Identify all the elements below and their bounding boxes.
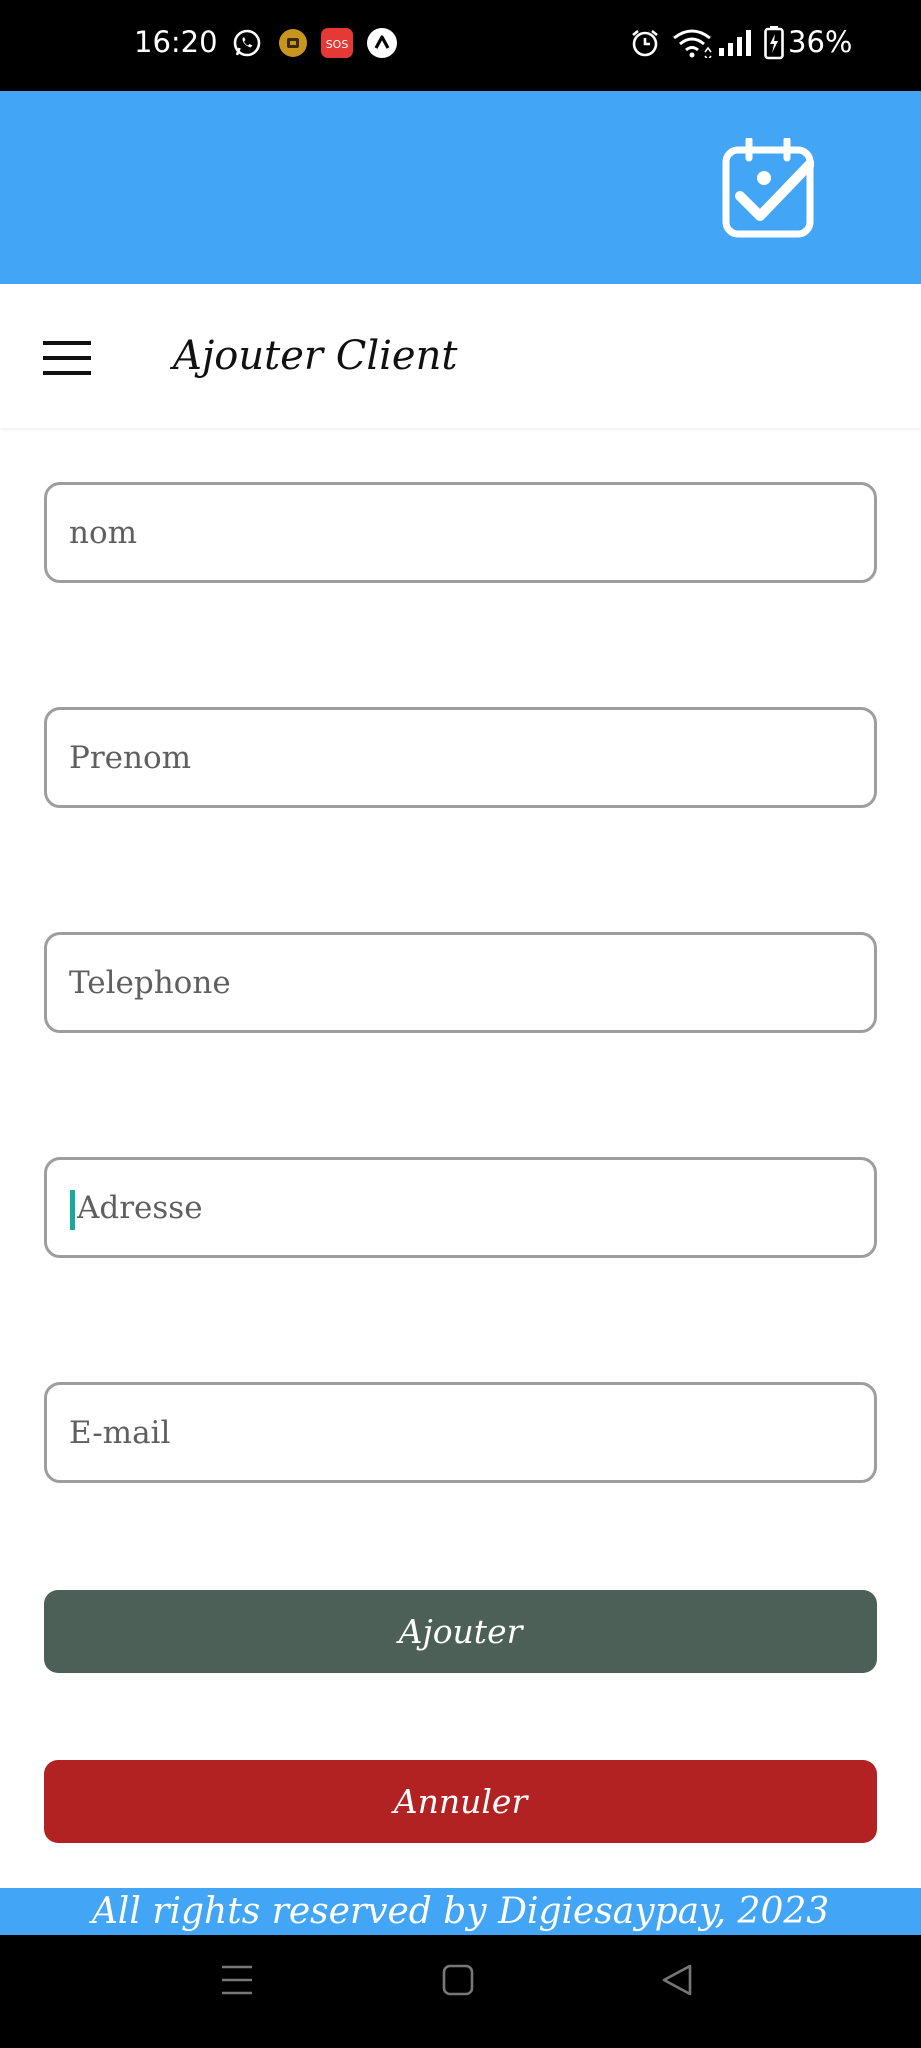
text-cursor	[70, 1190, 75, 1230]
back-icon[interactable]	[660, 1963, 694, 2001]
app-header	[0, 91, 921, 284]
navigation-bar	[0, 1935, 921, 2048]
email-field[interactable]	[44, 1382, 877, 1483]
nom-input[interactable]	[69, 485, 849, 580]
telephone-field[interactable]	[44, 932, 877, 1033]
battery-icon	[764, 26, 784, 64]
footer-text: All rights reserved by Digiesaypay, 2023	[91, 1891, 830, 1932]
svg-text:SOS: SOS	[326, 38, 349, 51]
adresse-field[interactable]	[44, 1157, 877, 1258]
prenom-input[interactable]	[69, 710, 849, 805]
alarm-icon	[630, 28, 660, 62]
hamburger-menu-icon[interactable]	[43, 341, 91, 375]
nom-field[interactable]	[44, 482, 877, 583]
wifi-icon	[671, 28, 713, 62]
app-a-icon	[366, 27, 398, 63]
adresse-input[interactable]	[77, 1160, 857, 1255]
annuler-button[interactable]: Annuler	[44, 1760, 877, 1843]
page-title: Ajouter Client	[173, 333, 458, 379]
status-time: 16:20	[134, 25, 218, 59]
email-input[interactable]	[69, 1385, 849, 1480]
status-bar: 16:20 SOS 36%	[0, 0, 921, 91]
whatsapp-icon	[232, 28, 262, 62]
sos-icon: SOS	[321, 28, 353, 62]
app-notification-icon	[278, 28, 308, 62]
signal-icon	[718, 28, 756, 62]
ajouter-button[interactable]: Ajouter	[44, 1590, 877, 1673]
footer: All rights reserved by Digiesaypay, 2023	[0, 1888, 921, 1935]
home-icon[interactable]	[441, 1963, 475, 2001]
prenom-field[interactable]	[44, 707, 877, 808]
telephone-input[interactable]	[69, 935, 849, 1030]
recents-icon[interactable]	[220, 1963, 254, 2001]
battery-percentage: 36%	[788, 25, 853, 59]
calendar-check-icon	[722, 136, 815, 238]
toolbar: Ajouter Client	[0, 284, 921, 428]
